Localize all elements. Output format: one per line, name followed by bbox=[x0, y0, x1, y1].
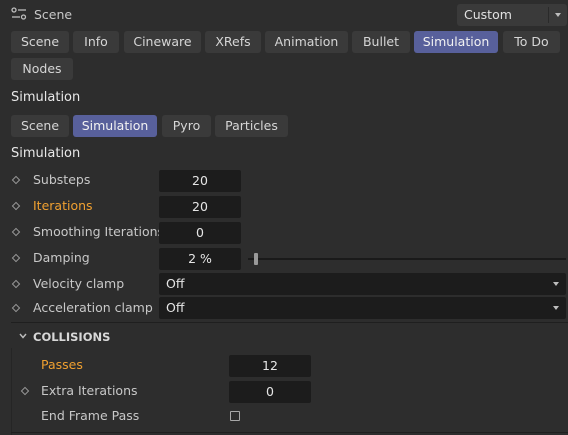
smoothing-iterations-field[interactable]: 0 bbox=[159, 222, 241, 244]
keyframe-diamond-icon[interactable] bbox=[11, 279, 21, 289]
tab-todo[interactable]: To Do bbox=[503, 31, 560, 53]
tab-cineware[interactable]: Cineware bbox=[124, 31, 201, 53]
acceleration-clamp-label: Acceleration clamp bbox=[33, 300, 153, 315]
preset-divider bbox=[548, 7, 549, 23]
end-frame-pass-label: End Frame Pass bbox=[41, 408, 140, 423]
velocity-clamp-value: Off bbox=[166, 276, 185, 291]
header-title: Scene bbox=[34, 7, 73, 22]
settings-sliders-icon[interactable] bbox=[11, 7, 27, 21]
damping-slider[interactable] bbox=[248, 252, 566, 266]
collisions-divider bbox=[11, 322, 568, 323]
tab-simulation[interactable]: Simulation bbox=[414, 31, 498, 53]
extra-iterations-label: Extra Iterations bbox=[41, 383, 138, 398]
passes-field[interactable]: 12 bbox=[229, 355, 311, 377]
acceleration-clamp-value: Off bbox=[166, 300, 185, 315]
keyframe-diamond-icon[interactable] bbox=[11, 253, 21, 263]
damping-slider-track bbox=[248, 258, 566, 260]
chevron-down-icon bbox=[553, 306, 559, 310]
chevron-down-icon bbox=[19, 333, 27, 339]
tab-info[interactable]: Info bbox=[73, 31, 119, 53]
keyframe-diamond-icon[interactable] bbox=[11, 175, 21, 185]
tab-animation[interactable]: Animation bbox=[265, 31, 348, 53]
passes-label: Passes bbox=[41, 357, 83, 372]
subtab-simulation[interactable]: Simulation bbox=[73, 115, 157, 137]
substeps-field[interactable]: 20 bbox=[159, 170, 241, 192]
chevron-down-icon bbox=[555, 13, 561, 17]
tab-scene[interactable]: Scene bbox=[11, 31, 69, 53]
iterations-field[interactable]: 20 bbox=[159, 196, 241, 218]
chevron-down-icon bbox=[553, 282, 559, 286]
section-title-simulation: Simulation bbox=[11, 90, 81, 105]
tab-bullet[interactable]: Bullet bbox=[352, 31, 410, 53]
end-frame-pass-checkbox[interactable] bbox=[230, 411, 240, 421]
damping-label: Damping bbox=[33, 250, 90, 265]
velocity-clamp-label: Velocity clamp bbox=[33, 276, 125, 291]
keyframe-diamond-icon[interactable] bbox=[11, 303, 21, 313]
acceleration-clamp-dropdown[interactable]: Off bbox=[159, 297, 566, 319]
damping-field[interactable]: 2 % bbox=[159, 248, 241, 270]
subtab-particles[interactable]: Particles bbox=[215, 115, 288, 137]
subtab-scene[interactable]: Scene bbox=[11, 115, 69, 137]
bottom-divider bbox=[11, 432, 568, 433]
collisions-title: COLLISIONS bbox=[33, 330, 111, 344]
keyframe-diamond-icon[interactable] bbox=[11, 201, 21, 211]
collisions-indent-line bbox=[11, 348, 12, 435]
smoothing-iterations-label: Smoothing Iterations bbox=[33, 224, 165, 239]
keyframe-diamond-icon[interactable] bbox=[20, 386, 30, 396]
velocity-clamp-dropdown[interactable]: Off bbox=[159, 273, 566, 295]
collisions-group-header[interactable]: COLLISIONS bbox=[17, 329, 217, 345]
preset-dropdown[interactable]: Custom bbox=[457, 4, 567, 26]
section-title-simulation-params: Simulation bbox=[11, 146, 81, 161]
extra-iterations-field[interactable]: 0 bbox=[229, 381, 311, 403]
tab-xrefs[interactable]: XRefs bbox=[205, 31, 261, 53]
preset-dropdown-value: Custom bbox=[464, 7, 512, 22]
substeps-label: Substeps bbox=[33, 172, 91, 187]
keyframe-diamond-icon[interactable] bbox=[11, 227, 21, 237]
tab-nodes[interactable]: Nodes bbox=[11, 58, 73, 80]
damping-slider-handle[interactable] bbox=[254, 253, 258, 265]
iterations-label: Iterations bbox=[33, 198, 93, 213]
subtab-pyro[interactable]: Pyro bbox=[162, 115, 211, 137]
